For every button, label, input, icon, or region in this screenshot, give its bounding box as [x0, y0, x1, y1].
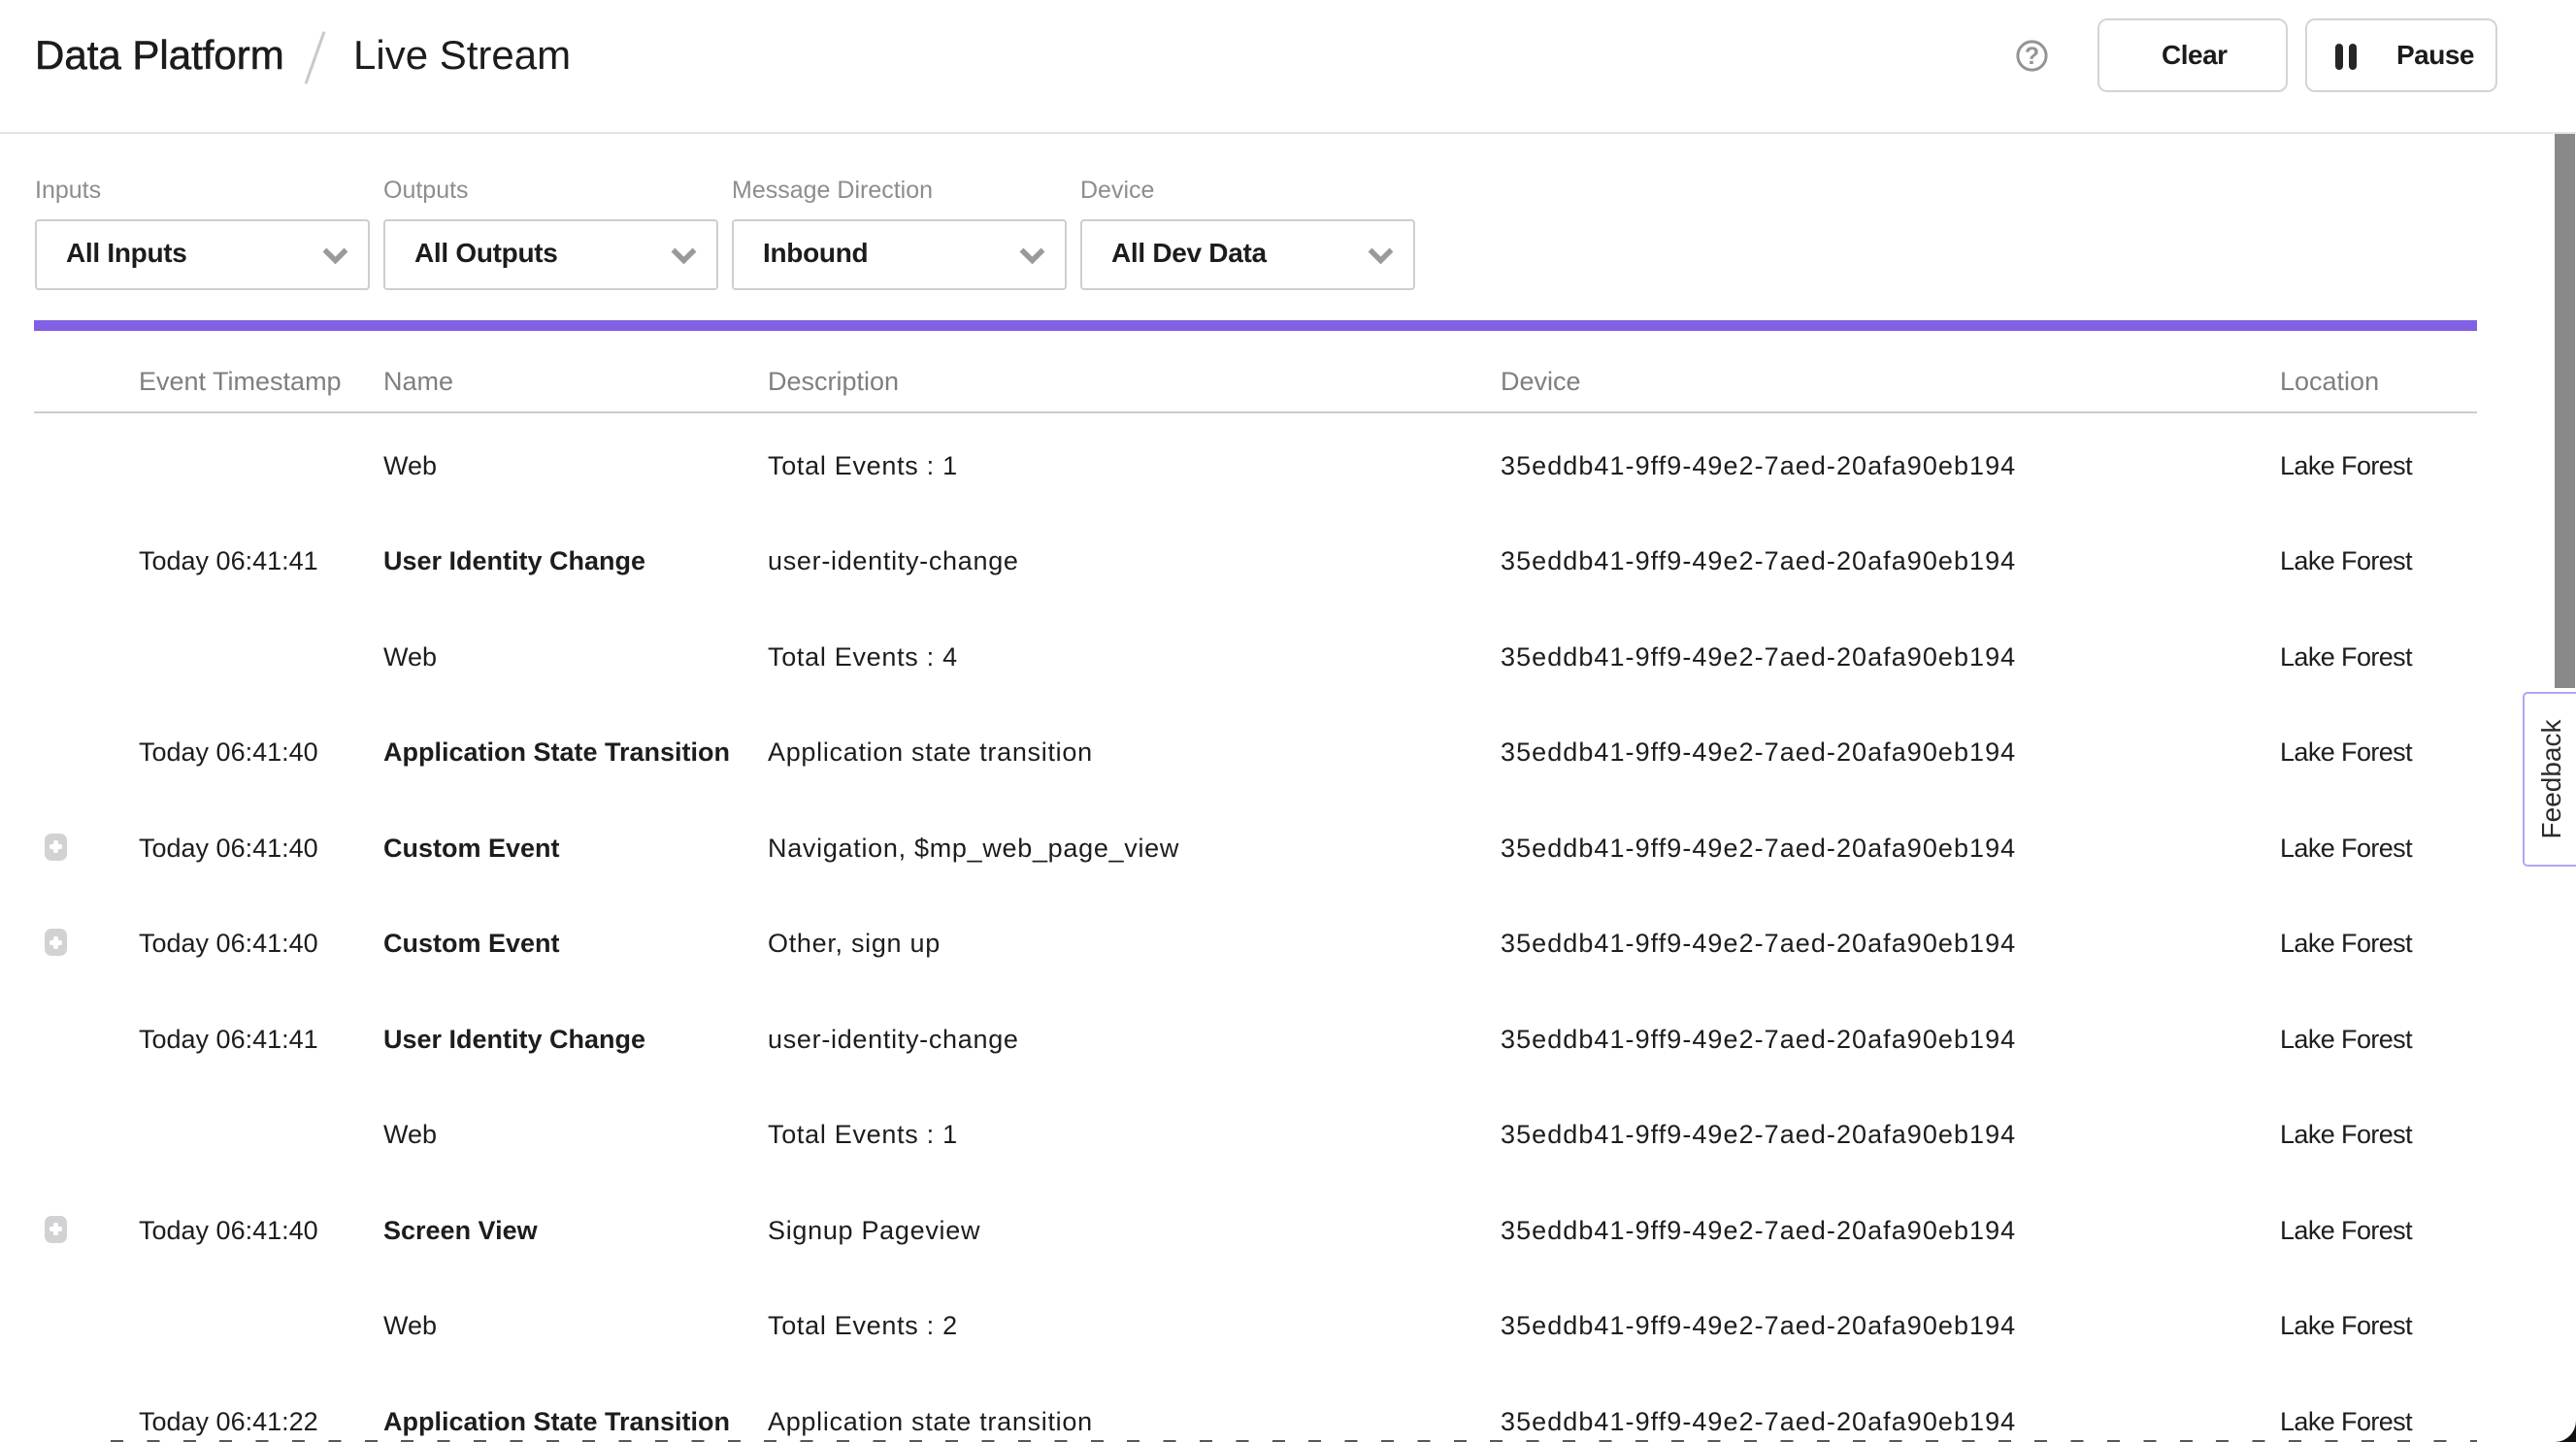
svg-text:?: ? [2025, 43, 2039, 70]
